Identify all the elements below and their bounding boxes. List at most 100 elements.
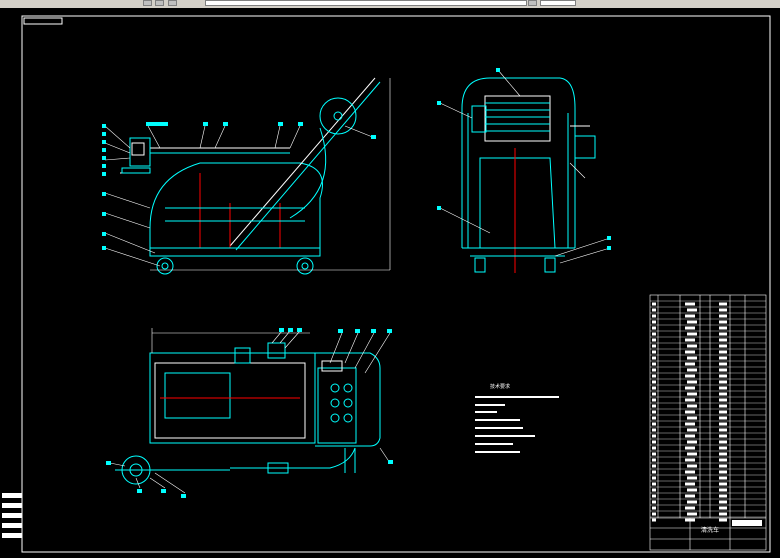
parts-row-number [652,446,656,450]
parts-row-name [687,392,697,396]
parts-row-name [687,332,697,336]
parts-row-material [719,416,727,420]
parts-row-number [652,440,656,444]
parts-row-number [652,488,656,492]
parts-row-name [687,344,697,348]
parts-row-material [719,332,727,336]
parts-row-number [652,512,656,516]
parts-row-material [719,452,727,456]
parts-row-material [719,308,727,312]
notes-title: 技术要求 [490,384,511,390]
parts-row-material [719,500,727,504]
parts-row-material [719,446,727,450]
parts-row-name [685,434,695,438]
parts-row-name [687,440,697,444]
parts-row-material [719,518,727,522]
layers-icon[interactable] [143,0,152,6]
cad-drawing [2,15,771,553]
front-balloons [102,122,376,250]
technical-notes [475,396,559,453]
parts-row-material [719,398,727,402]
parts-row-name [687,368,697,372]
parts-row-name [687,356,697,360]
parts-row-number [652,398,656,402]
parts-list [649,294,767,551]
parts-row-material [719,314,727,318]
parts-row-name [685,302,695,306]
parts-row-material [719,326,727,330]
layer-dropdown[interactable] [205,0,527,6]
parts-row-number [652,518,656,522]
parts-row-material [719,374,727,378]
parts-row-name [685,470,695,474]
parts-row-name [687,428,697,432]
parts-row-number [652,470,656,474]
parts-row-name [687,476,697,480]
parts-row-material [719,350,727,354]
parts-row-number [652,404,656,408]
parts-row-number [652,362,656,366]
parts-row-material [719,494,727,498]
parts-row-material [719,482,727,486]
parts-row-material [719,362,727,366]
parts-row-name [685,422,695,426]
properties-icon[interactable] [155,0,164,6]
parts-row-number [652,494,656,498]
parts-row-material [719,344,727,348]
parts-row-number [652,374,656,378]
parts-row-material [719,320,727,324]
print-icon[interactable] [168,0,177,6]
parts-row-number [652,506,656,510]
parts-row-material [719,422,727,426]
parts-row-material [719,356,727,360]
parts-row-number [652,386,656,390]
parts-row-number [652,302,656,306]
parts-row-material [719,410,727,414]
parts-row-name [685,506,695,510]
parts-row-number [652,356,656,360]
parts-row-name [685,350,695,354]
parts-row-material [719,386,727,390]
parts-row-material [719,392,727,396]
parts-row-number [652,314,656,318]
parts-row-name [687,488,697,492]
parts-list-cells [652,302,727,522]
parts-row-number [652,326,656,330]
parts-row-number [652,464,656,468]
parts-row-name [685,398,695,402]
parts-row-name [687,308,697,312]
parts-row-material [719,338,727,342]
parts-row-number [652,422,656,426]
left-scale [2,493,22,538]
parts-row-material [719,368,727,372]
parts-row-name [687,416,697,420]
parts-row-material [719,476,727,480]
parts-row-name [687,320,697,324]
parts-row-name [685,410,695,414]
parts-row-name [687,404,697,408]
parts-row-number [652,380,656,384]
parts-row-material [719,302,727,306]
parts-row-name [687,380,697,384]
parts-row-material [719,434,727,438]
parts-row-number [652,410,656,414]
sheet-label-box [732,520,762,526]
parts-row-name [687,512,697,516]
dropdown-arrow-icon[interactable] [528,0,537,6]
parts-row-name [685,458,695,462]
parts-row-number [652,332,656,336]
parts-row-number [652,428,656,432]
parts-row-name [685,326,695,330]
parts-row-number [652,482,656,486]
parts-row-number [652,350,656,354]
parts-row-material [719,464,727,468]
parts-row-name [685,482,695,486]
parts-row-name [685,386,695,390]
parts-row-material [719,404,727,408]
linetype-dropdown[interactable] [540,0,576,6]
parts-row-material [719,428,727,432]
parts-row-number [652,368,656,372]
parts-row-material [719,506,727,510]
drawing-canvas[interactable]: 技术要求 清洗车 [0,8,780,558]
parts-row-number [652,458,656,462]
